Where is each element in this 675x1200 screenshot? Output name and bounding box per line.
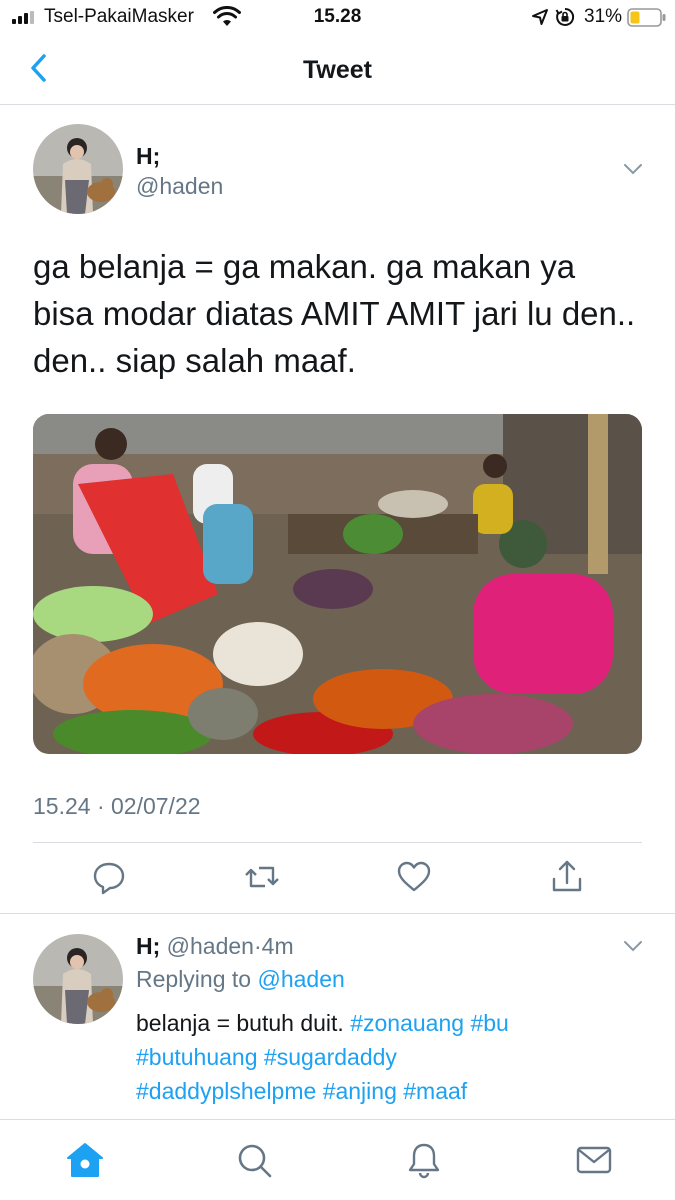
reply-header: H; @haden·4m xyxy=(136,933,294,960)
hashtag-link[interactable]: #bu xyxy=(470,1010,508,1036)
author-name[interactable]: H; xyxy=(136,143,160,170)
divider xyxy=(0,913,675,914)
author-handle[interactable]: @haden xyxy=(136,173,223,200)
mention-link[interactable]: @haden xyxy=(257,966,344,992)
tab-bar xyxy=(0,1119,675,1200)
replying-prefix: Replying to xyxy=(136,966,258,992)
reply-plain-text: belanja = butuh duit. xyxy=(136,1010,351,1036)
hashtag-link[interactable]: #maaf xyxy=(403,1078,467,1104)
orientation-lock-icon xyxy=(555,7,575,26)
notifications-icon[interactable] xyxy=(404,1140,444,1180)
chevron-down-icon[interactable] xyxy=(621,161,645,177)
tweet-photo[interactable] xyxy=(33,414,642,754)
reply-icon[interactable] xyxy=(89,857,129,897)
share-icon[interactable] xyxy=(547,857,587,897)
avatar[interactable] xyxy=(33,124,123,214)
hashtag-link[interactable]: #daddyplshelpme xyxy=(136,1078,316,1104)
reply-age: 4m xyxy=(261,933,294,959)
chevron-down-icon[interactable] xyxy=(621,938,645,954)
tweet-text: ga belanja = ga makan. ga makan ya bisa … xyxy=(33,248,636,379)
meta-separator: · xyxy=(253,933,262,959)
replying-to: Replying to @haden xyxy=(136,966,345,993)
author-handle[interactable]: @haden xyxy=(167,933,254,959)
hashtag-link[interactable]: #zonauang xyxy=(350,1010,464,1036)
page-title: Tweet xyxy=(303,56,372,84)
hashtag-link[interactable]: #anjing xyxy=(323,1078,397,1104)
hashtag-link[interactable]: #sugardaddy xyxy=(264,1044,397,1070)
reply-text: belanja = butuh duit. #zonauang #bu #but… xyxy=(136,1006,636,1108)
like-icon[interactable] xyxy=(394,857,434,897)
avatar[interactable] xyxy=(33,934,123,1024)
tweet-timestamp: 15.24 · 02/07/22 xyxy=(33,793,201,819)
hashtag-link[interactable]: #butuhuang xyxy=(136,1044,258,1070)
battery-percentage: 31% xyxy=(584,6,623,27)
battery-icon xyxy=(627,8,666,27)
search-icon[interactable] xyxy=(234,1140,274,1180)
home-icon[interactable] xyxy=(65,1140,105,1180)
messages-icon[interactable] xyxy=(574,1140,614,1180)
divider xyxy=(33,842,642,843)
location-icon xyxy=(532,9,548,25)
retweet-icon[interactable] xyxy=(242,857,282,897)
author-name[interactable]: H; xyxy=(136,933,160,959)
navigation-header: Tweet xyxy=(0,36,675,105)
status-bar: Tsel-PakaiMasker 15.28 31% xyxy=(0,0,675,34)
